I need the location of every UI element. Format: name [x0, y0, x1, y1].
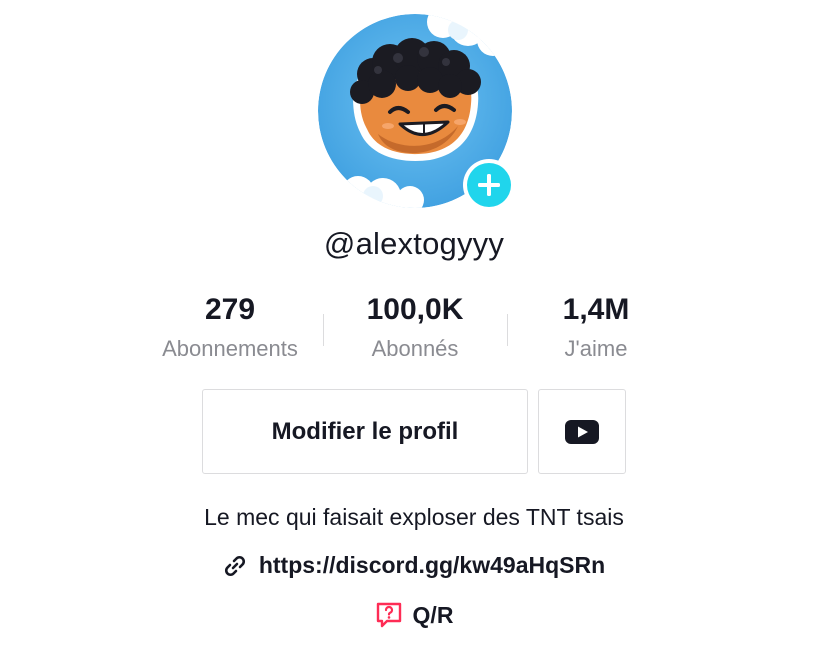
plus-icon [467, 163, 511, 207]
qa-label: Q/R [412, 601, 454, 628]
username: @alextogyyy [323, 226, 505, 261]
youtube-button[interactable] [538, 389, 626, 474]
bio-link-text: https://discord.gg/kw49aHqSRn [258, 552, 606, 578]
youtube-icon [565, 419, 599, 444]
stat-likes-value: 1,4M [562, 293, 630, 326]
bio-link[interactable]: https://discord.gg/kw49aHqSRn [0, 552, 828, 579]
add-avatar-button[interactable] [463, 159, 515, 211]
stat-likes[interactable]: 1,4M J'aime [496, 292, 696, 364]
stat-following[interactable]: 279 Abonnements [130, 292, 330, 364]
link-icon [223, 554, 247, 578]
profile-avatar-container [318, 14, 515, 211]
stat-likes-label: J'aime [564, 336, 628, 361]
stats-row: 279 Abonnements 100,0K Abonnés 1,4M J'ai… [130, 292, 700, 372]
stat-followers-label: Abonnés [371, 336, 459, 361]
stat-following-label: Abonnements [162, 336, 298, 361]
bio-text: Le mec qui faisait exploser des TNT tsai… [204, 504, 624, 530]
edit-profile-button[interactable]: Modifier le profil [202, 389, 528, 474]
question-message-icon [375, 601, 403, 629]
qa-button[interactable]: Q/R [0, 601, 828, 629]
stat-followers-value: 100,0K [366, 293, 464, 326]
stat-followers[interactable]: 100,0K Abonnés [315, 292, 515, 364]
stat-following-value: 279 [204, 293, 256, 326]
